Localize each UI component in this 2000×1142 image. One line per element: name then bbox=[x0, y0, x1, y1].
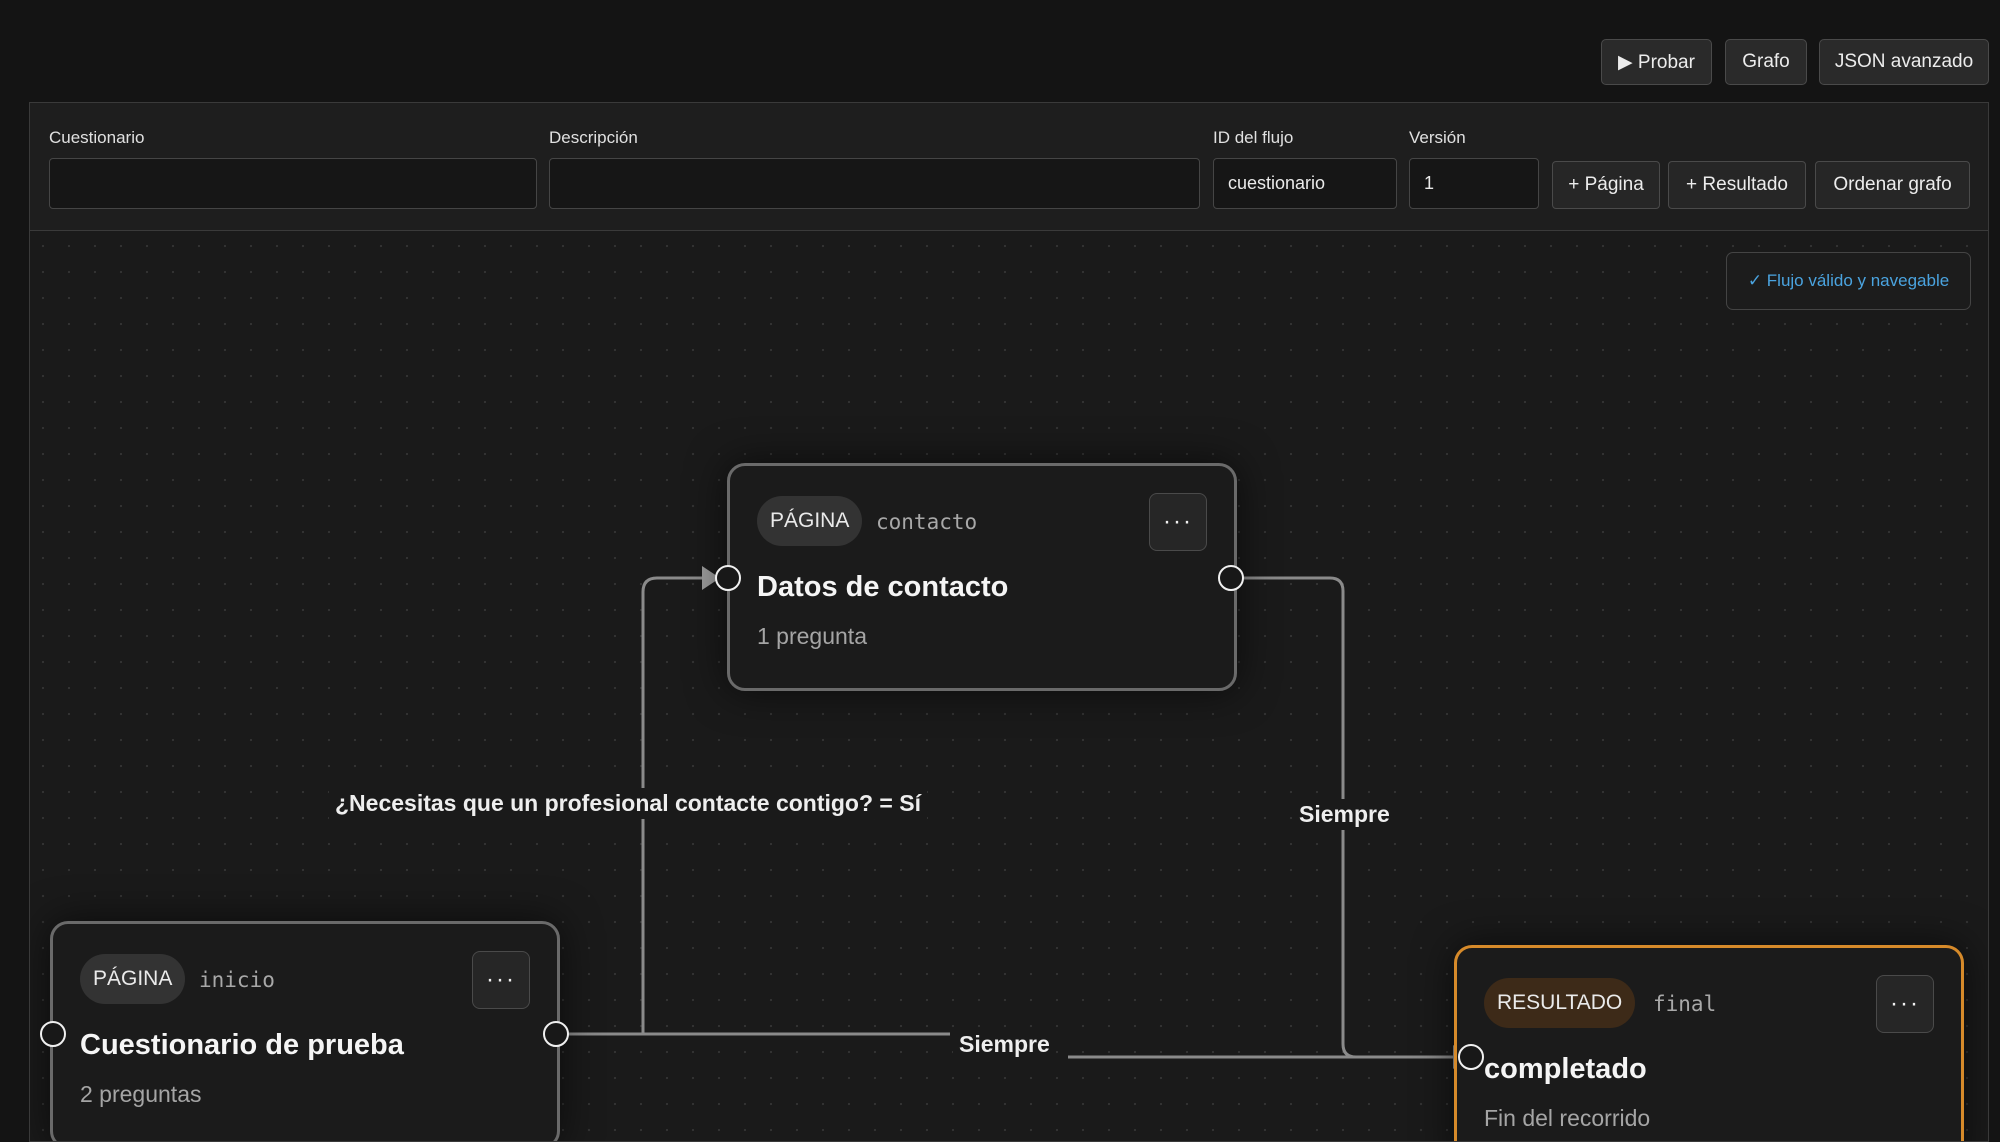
edge-label-condition[interactable]: ¿Necesitas que un profesional contacte c… bbox=[329, 788, 927, 819]
add-page-button[interactable]: + Página bbox=[1552, 161, 1660, 209]
edge-label-contacto-final[interactable]: Siempre bbox=[1293, 799, 1396, 830]
editor-panel: Cuestionario Descripción ID del flujo Ve… bbox=[29, 102, 1989, 1142]
node-subtitle: 1 pregunta bbox=[757, 623, 867, 649]
node-title: Datos de contacto bbox=[757, 571, 1009, 603]
cuestionario-input[interactable] bbox=[49, 158, 537, 209]
flow-toolbar: Cuestionario Descripción ID del flujo Ve… bbox=[30, 103, 1988, 231]
port-in-final[interactable] bbox=[1458, 1044, 1484, 1070]
version-label: Versión bbox=[1409, 128, 1466, 147]
port-out-inicio[interactable] bbox=[543, 1021, 569, 1047]
node-type-badge: PÁGINA bbox=[80, 954, 186, 1004]
node-contacto[interactable]: PÁGINA contacto ··· Datos de contacto 1 … bbox=[727, 463, 1237, 691]
node-final[interactable]: RESULTADO final ··· completado Fin del r… bbox=[1454, 945, 1964, 1141]
json-avanzado-button[interactable]: JSON avanzado bbox=[1819, 39, 1989, 85]
edge-label-inicio-final[interactable]: Siempre bbox=[953, 1029, 1056, 1060]
probar-button[interactable]: ▶ Probar bbox=[1601, 39, 1712, 85]
node-type-badge: RESULTADO bbox=[1484, 978, 1636, 1028]
node-subtitle: Fin del recorrido bbox=[1484, 1105, 1651, 1131]
graph-canvas[interactable]: ✓ Flujo válido y navegable ¿Necesitas qu… bbox=[30, 233, 1988, 1141]
node-type-badge: PÁGINA bbox=[757, 496, 863, 546]
grafo-button[interactable]: Grafo bbox=[1725, 39, 1807, 85]
sort-graph-button[interactable]: Ordenar grafo bbox=[1815, 161, 1970, 209]
node-id: final bbox=[1653, 992, 1717, 1016]
cuestionario-label: Cuestionario bbox=[49, 128, 145, 147]
descripcion-input[interactable] bbox=[549, 158, 1200, 209]
id-flujo-input[interactable] bbox=[1213, 158, 1397, 209]
port-out-contacto[interactable] bbox=[1218, 565, 1244, 591]
node-menu-button[interactable]: ··· bbox=[472, 951, 530, 1009]
node-subtitle: 2 preguntas bbox=[80, 1081, 202, 1107]
id-flujo-label: ID del flujo bbox=[1213, 128, 1294, 147]
node-menu-button[interactable]: ··· bbox=[1876, 975, 1934, 1033]
node-id: inicio bbox=[199, 968, 275, 992]
node-inicio[interactable]: PÁGINA inicio ··· Cuestionario de prueba… bbox=[50, 921, 560, 1141]
node-title: completado bbox=[1484, 1053, 1647, 1085]
version-input[interactable] bbox=[1409, 158, 1539, 209]
node-title: Cuestionario de prueba bbox=[80, 1029, 404, 1061]
node-id: contacto bbox=[876, 510, 978, 534]
port-in-inicio[interactable] bbox=[40, 1021, 66, 1047]
port-in-contacto[interactable] bbox=[715, 565, 741, 591]
descripcion-label: Descripción bbox=[549, 128, 638, 147]
node-menu-button[interactable]: ··· bbox=[1149, 493, 1207, 551]
add-result-button[interactable]: + Resultado bbox=[1668, 161, 1806, 209]
